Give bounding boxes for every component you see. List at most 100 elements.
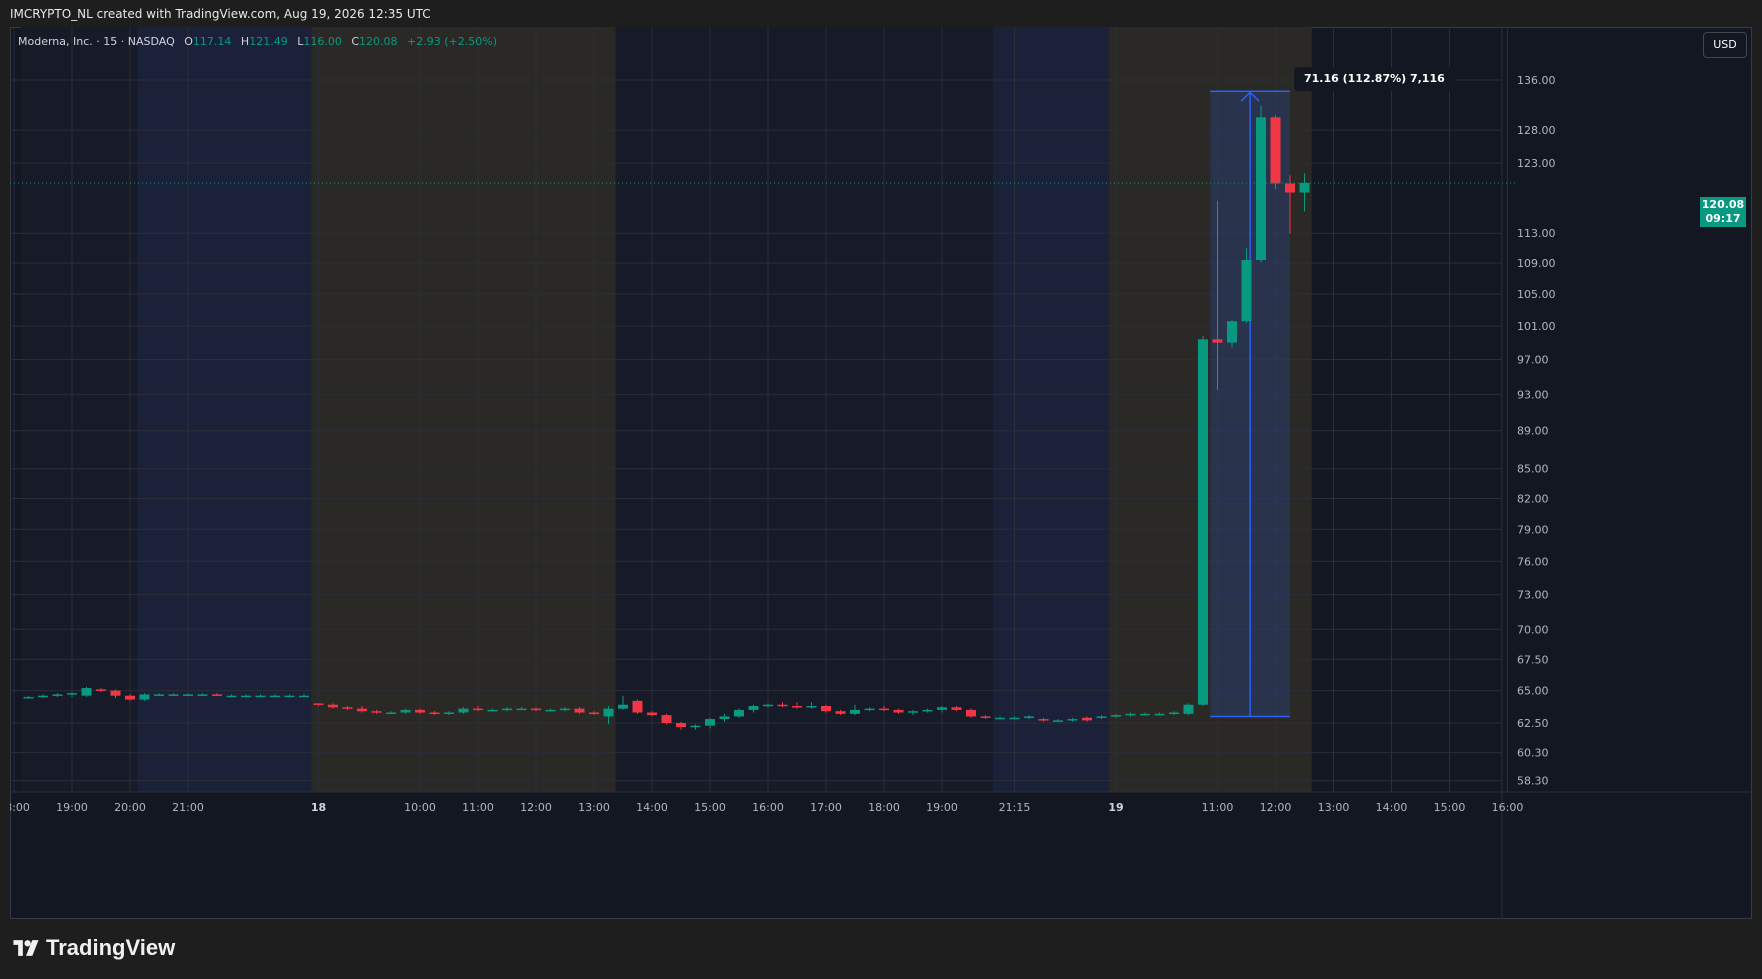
symbol-name[interactable]: Moderna, Inc. · 15 · NASDAQ [18, 35, 175, 48]
candle-body [966, 709, 976, 717]
session-band-post [992, 27, 1109, 792]
price-tick-label: 62.50 [1517, 717, 1549, 730]
session-band-post [137, 27, 312, 792]
price-tick-label: 123.00 [1517, 157, 1556, 170]
candle-body [589, 712, 599, 715]
candlestick-chart[interactable]: 136.00 128.00 123.00 113.00 109.00 105.00 101.… [10, 27, 1752, 919]
price-tick-label: 73.00 [1517, 589, 1549, 602]
candle-body [110, 690, 121, 696]
attribution-bar: IMCRYPTO_NL created with TradingView.com… [0, 0, 1762, 27]
open-value: 117.14 [192, 35, 232, 48]
candle-body [415, 709, 425, 713]
candle-body [980, 716, 991, 718]
price-tick-label: 105.00 [1517, 288, 1556, 301]
candle-body [908, 711, 918, 713]
candle-body [574, 708, 585, 713]
candle-body [154, 694, 164, 696]
candle-body [734, 709, 744, 717]
candle-body [270, 695, 280, 698]
price-tick-label: 101.00 [1517, 320, 1556, 333]
candle-body [1270, 117, 1281, 184]
time-tick-label: 14:00 [636, 801, 668, 814]
candle-body [1009, 717, 1020, 720]
time-tick-label: 17:00 [810, 801, 842, 814]
candle-body [545, 709, 556, 712]
candle-body [748, 706, 759, 710]
close-value: 120.08 [359, 35, 398, 48]
time-tick-label: 12:00 [1260, 801, 1292, 814]
candle-body [719, 716, 730, 720]
price-tick-label: 109.00 [1517, 257, 1556, 270]
candle-body [241, 695, 251, 698]
change-value: +2.93 (+2.50%) [407, 35, 497, 48]
open-label: O [184, 35, 193, 48]
candle-body [67, 693, 77, 695]
candle-body [444, 712, 454, 715]
time-tick-label: 13:00 [578, 801, 610, 814]
time-tick-label: 19 [1108, 801, 1123, 814]
time-axis[interactable]: 18:00 19:00 20:00 21:00 18 10:00 11:00 12:00 13:… [10, 791, 1752, 814]
candle-body [821, 706, 831, 712]
session-backgrounds [21, 27, 1312, 792]
candle-body [1154, 713, 1165, 716]
candle-body [226, 695, 237, 698]
candle-body [1198, 339, 1208, 705]
candle-body [1024, 716, 1034, 718]
session-band-none [21, 27, 138, 792]
price-tick-label: 113.00 [1517, 227, 1556, 240]
measure-tool[interactable] [1210, 90, 1290, 718]
candle-body [560, 708, 570, 711]
candle-body [1111, 715, 1121, 717]
candle-body [922, 709, 933, 712]
candle-body [342, 707, 353, 709]
candle-body [1169, 712, 1179, 715]
candle-body [212, 694, 222, 696]
candle-body [1212, 339, 1223, 343]
time-tick-label: 11:00 [1202, 801, 1234, 814]
price-tick-label: 67.50 [1517, 653, 1549, 666]
candle-body [38, 695, 48, 698]
attribution-text: IMCRYPTO_NL created with TradingView.com… [10, 7, 431, 21]
candle-body [531, 708, 541, 711]
price-tick-label: 93.00 [1517, 388, 1549, 401]
candle-body [618, 704, 628, 709]
time-tick-label: 15:00 [694, 801, 726, 814]
candle-body [52, 694, 63, 696]
candle-body [705, 719, 715, 726]
candle-body [23, 696, 34, 699]
time-tick-label: 10:00 [404, 801, 436, 814]
candle-body [125, 695, 135, 700]
currency-button[interactable]: USD [1703, 32, 1747, 58]
candle-body [835, 711, 846, 714]
time-tick-label: 18:00 [10, 801, 30, 814]
high-value: 121.49 [249, 35, 288, 48]
candle-body [516, 708, 527, 711]
symbol-legend: Moderna, Inc. · 15 · NASDAQ O117.14 H121… [18, 35, 497, 48]
candle-body [299, 695, 309, 698]
candle-body [647, 712, 657, 716]
time-tick-label: 19:00 [926, 801, 958, 814]
price-tick-label: 58.30 [1517, 775, 1549, 788]
candle-body [1299, 182, 1310, 193]
candle-body [357, 708, 367, 712]
candle-body [1125, 713, 1136, 716]
candle-body [1256, 117, 1266, 261]
time-tick-label: 20:00 [114, 801, 146, 814]
price-axis[interactable]: 136.00 128.00 123.00 113.00 109.00 105.00 101.… [1501, 27, 1556, 919]
candle-body [487, 709, 498, 712]
candle-body [1227, 321, 1237, 343]
candle-body [81, 688, 92, 696]
candle-body [168, 694, 179, 696]
candle-body [632, 700, 643, 713]
candle-body [1140, 713, 1150, 716]
candle-body [502, 708, 512, 711]
footer-branding: TradingView [10, 933, 175, 963]
candle-body [1183, 704, 1194, 714]
price-tick-label: 136.00 [1517, 74, 1556, 87]
candle-body [879, 708, 889, 711]
measure-label: 71.16 (112.87%) 7,116 [1294, 67, 1455, 91]
time-tick-label: 15:00 [1434, 801, 1466, 814]
candle-body [850, 709, 860, 714]
time-tick-label: 18 [311, 801, 326, 814]
price-tick-label: 60.30 [1517, 747, 1549, 760]
